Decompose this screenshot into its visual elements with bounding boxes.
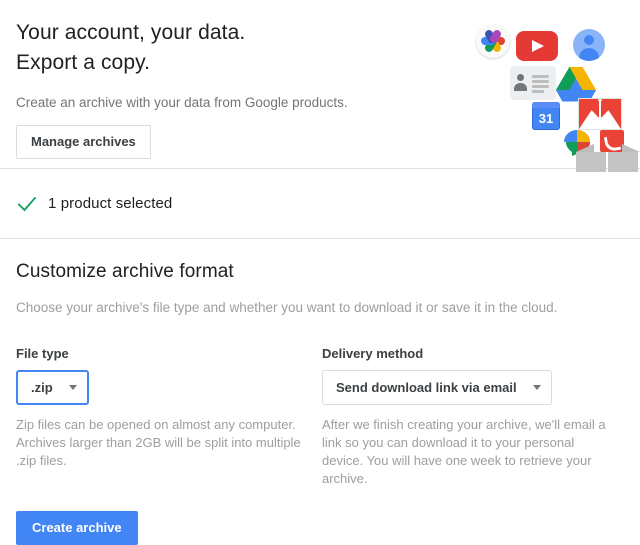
manage-archives-button[interactable]: Manage archives	[16, 125, 151, 159]
section-title: Customize archive format	[16, 261, 234, 282]
calendar-day-number: 31	[538, 111, 554, 126]
section-description: Choose your archive's file type and whet…	[16, 300, 558, 315]
gmail-icon	[578, 98, 622, 130]
archive-box-icon	[576, 130, 640, 172]
google-calendar-icon: 31	[532, 102, 560, 130]
file-type-column: File type .zip Zip files can be opened o…	[16, 346, 322, 488]
chevron-down-icon	[532, 385, 541, 390]
file-type-help-text: Zip files can be opened on almost any co…	[16, 417, 301, 468]
customize-archive-section: Customize archive format Choose your arc…	[0, 239, 640, 488]
chevron-down-icon	[68, 385, 77, 390]
file-type-value: .zip	[31, 380, 53, 395]
youtube-icon	[516, 31, 558, 61]
delivery-method-label: Delivery method	[322, 346, 424, 361]
delivery-method-value: Send download link via email	[336, 380, 517, 395]
google-photos-icon	[476, 24, 510, 58]
account-avatar-icon	[573, 29, 605, 61]
delivery-method-help-text: After we finish creating your archive, w…	[322, 417, 606, 486]
hero-section: Your account, your data. Export a copy. …	[0, 0, 640, 172]
delivery-method-select[interactable]: Send download link via email	[322, 370, 552, 405]
boxed-product-icon	[600, 130, 624, 153]
selection-count-label: 1 product selected	[48, 195, 173, 212]
format-options-row: File type .zip Zip files can be opened o…	[16, 346, 624, 488]
file-type-label: File type	[16, 346, 69, 361]
contacts-card-icon	[510, 66, 556, 100]
page-title-line-1: Your account, your data.	[16, 21, 246, 44]
delivery-method-column: Delivery method Send download link via e…	[322, 346, 622, 488]
product-icon-cluster: 31	[464, 14, 640, 172]
takeout-page: Your account, your data. Export a copy. …	[0, 0, 640, 545]
file-type-select[interactable]: .zip	[16, 370, 89, 405]
product-selection-summary[interactable]: 1 product selected	[0, 169, 640, 238]
create-archive-button[interactable]: Create archive	[16, 511, 138, 545]
check-icon	[16, 193, 38, 215]
